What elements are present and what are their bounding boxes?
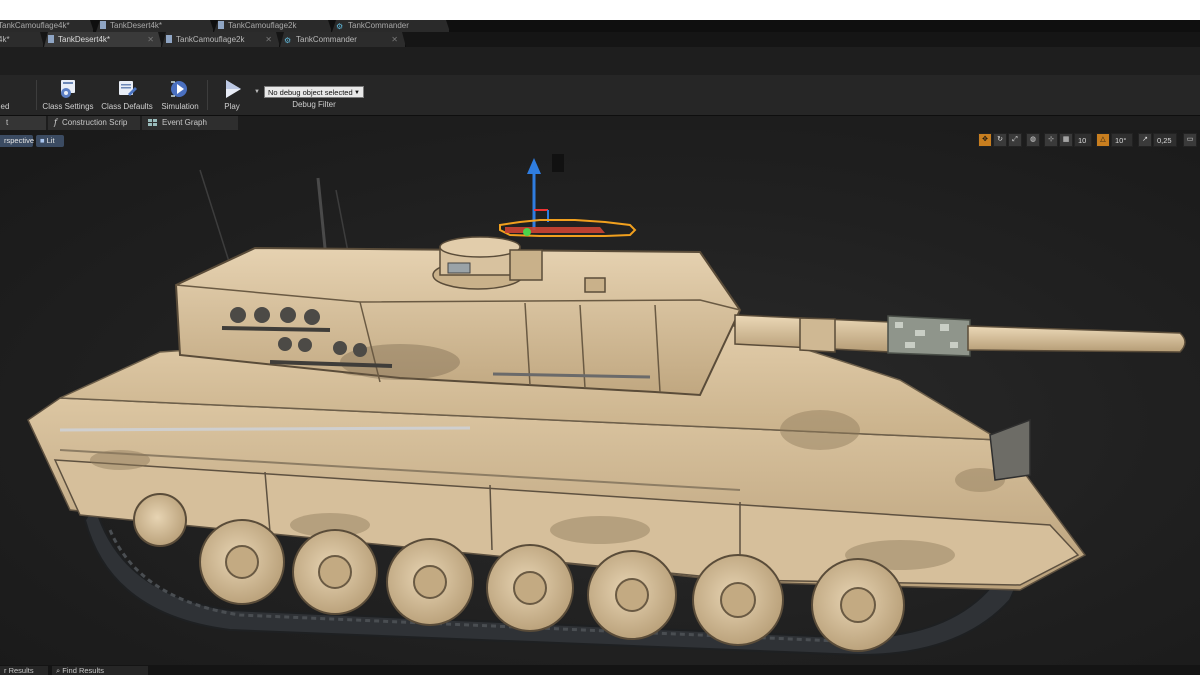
- tab-tank-camouflage-2k-back[interactable]: TankCamouflage2k: [214, 20, 332, 32]
- class-defaults-label: Class Defaults: [101, 102, 153, 111]
- menu-strip: [0, 47, 1200, 76]
- toolbar: ed Class Settings Class Defaults Simulat…: [0, 75, 1200, 116]
- graph-tabs: t f Construction Scrip Event Graph: [0, 116, 1200, 130]
- antenna: [316, 177, 328, 259]
- class-settings-icon: [61, 80, 75, 98]
- world-local-icon[interactable]: ◍: [1026, 133, 1040, 147]
- document-icon: [218, 21, 224, 29]
- tab-tank-camouflage-4k[interactable]: 4k*: [0, 32, 44, 47]
- blueprint-editor: TankCamouflage4k* TankDesert4k* TankCamo…: [0, 20, 1200, 675]
- document-tabs: 4k* TankDesert4k* ✕ TankCamouflage2k ✕ ⚙ Ta…: [0, 32, 1200, 47]
- tab-label: TankDesert4k*: [58, 35, 111, 44]
- tab-tank-desert-4k-back[interactable]: TankDesert4k*: [96, 20, 214, 32]
- tank-model[interactable]: [0, 130, 1200, 665]
- tab-label: Construction Scrip: [61, 118, 128, 127]
- tab-viewport[interactable]: t: [0, 116, 46, 130]
- flag-marker: [552, 154, 564, 172]
- gizmo-z-arrow-icon[interactable]: [527, 158, 541, 174]
- transform-gizmo[interactable]: [499, 158, 637, 237]
- tab-tank-commander[interactable]: ⚙ TankCommander ✕: [280, 32, 406, 47]
- tab-label: 4k*: [2, 35, 10, 44]
- grid-snap-icon[interactable]: ▦: [1059, 133, 1073, 147]
- toolbar-separator: [36, 80, 37, 110]
- surface-snap-icon[interactable]: ⊹: [1044, 133, 1058, 147]
- lit-icon: ■: [40, 136, 47, 145]
- tab-label: t: [6, 118, 9, 127]
- debug-filter-label: Debug Filter: [292, 100, 336, 109]
- tab-label: TankDesert4k*: [110, 21, 163, 30]
- tab-compiler-results[interactable]: r Results: [0, 666, 48, 675]
- close-icon[interactable]: ✕: [265, 32, 272, 47]
- tab-label: TankCamouflage4k*: [0, 21, 70, 30]
- grid-snap-value[interactable]: 10: [1074, 133, 1092, 147]
- class-defaults-icon: [119, 81, 137, 96]
- camera-speed-icon[interactable]: ▭: [1183, 133, 1197, 147]
- document-icon: [48, 35, 54, 43]
- tab-label: TankCamouflage2k: [228, 21, 297, 30]
- tab-event-graph[interactable]: Event Graph: [142, 116, 238, 130]
- tab-construction-script[interactable]: f Construction Scrip: [48, 116, 140, 130]
- tab-label: TankCommander: [296, 35, 357, 44]
- debug-object-value: No debug object selected: [268, 88, 353, 97]
- antenna: [335, 189, 349, 253]
- close-icon[interactable]: ✕: [391, 32, 398, 47]
- rotation-snap-icon[interactable]: △: [1096, 133, 1110, 147]
- tab-tank-camouflage-4k-back[interactable]: TankCamouflage4k*: [0, 20, 94, 32]
- main-gun: [734, 314, 1186, 357]
- blueprint-icon: ⚙: [336, 22, 344, 31]
- play-button[interactable]: Play: [214, 78, 250, 112]
- lit-dropdown[interactable]: ■ Lit: [36, 135, 64, 147]
- tab-tank-commander-back[interactable]: ⚙ TankCommander: [332, 20, 450, 32]
- rotation-snap-value[interactable]: 10°: [1111, 133, 1133, 147]
- event-graph-icon: [148, 119, 157, 126]
- scale-snap-icon[interactable]: ↗: [1138, 133, 1152, 147]
- tab-tank-desert-4k[interactable]: TankDesert4k* ✕: [44, 32, 162, 47]
- gizmo-pivot[interactable]: [523, 228, 531, 236]
- document-tabs-background: TankCamouflage4k* TankDesert4k* TankCamo…: [0, 20, 1200, 32]
- translate-mode-icon[interactable]: ✥: [978, 133, 992, 147]
- tab-label: Event Graph: [162, 118, 207, 127]
- front-sensor: [989, 418, 1031, 481]
- bottom-tabs: r Results ⌕ Find Results: [0, 665, 1200, 675]
- rotate-mode-icon[interactable]: ↻: [993, 133, 1007, 147]
- class-settings-button[interactable]: Class Settings: [42, 78, 94, 112]
- close-icon[interactable]: ✕: [147, 32, 154, 47]
- play-icon: [226, 80, 241, 98]
- simulation-icon: [171, 81, 187, 97]
- debug-object-select[interactable]: No debug object selected ▼: [264, 86, 364, 98]
- scale-snap-value[interactable]: 0,25: [1153, 133, 1177, 147]
- chevron-down-icon: ▼: [354, 90, 360, 96]
- compile-icon: [0, 78, 20, 100]
- play-options-chevron-icon[interactable]: ▼: [254, 89, 260, 95]
- scale-mode-icon[interactable]: ⤢: [1008, 133, 1022, 147]
- document-icon: [166, 35, 172, 43]
- function-icon: f: [54, 118, 57, 127]
- perspective-dropdown[interactable]: rspective: [0, 135, 34, 147]
- play-label: Play: [224, 102, 240, 111]
- simulation-button[interactable]: Simulation: [160, 78, 200, 112]
- tab-tank-camouflage-2k[interactable]: TankCamouflage2k ✕: [162, 32, 280, 47]
- lit-label: Lit: [46, 136, 55, 145]
- tab-label: TankCamouflage2k: [176, 35, 245, 44]
- compile-button[interactable]: ed: [0, 78, 12, 112]
- class-defaults-button[interactable]: Class Defaults: [100, 78, 154, 112]
- toolbar-separator: [207, 80, 208, 110]
- blueprint-icon: ⚙: [284, 36, 292, 45]
- simulation-label: Simulation: [161, 102, 199, 111]
- document-icon: [100, 21, 106, 29]
- compile-label: ed: [0, 102, 10, 111]
- viewport[interactable]: rspective ■ Lit ✥ ↻ ⤢ ◍ ⊹ ▦ 10 △ 10° ↗ 0…: [0, 130, 1200, 665]
- tab-label: Find Results: [62, 666, 104, 675]
- class-settings-label: Class Settings: [42, 102, 94, 111]
- tab-find-results[interactable]: ⌕ Find Results: [52, 666, 148, 675]
- viewport-toolbar: ✥ ↻ ⤢ ◍ ⊹ ▦ 10 △ 10° ↗ 0,25 ▭: [978, 133, 1200, 149]
- tab-label: TankCommander: [348, 21, 409, 30]
